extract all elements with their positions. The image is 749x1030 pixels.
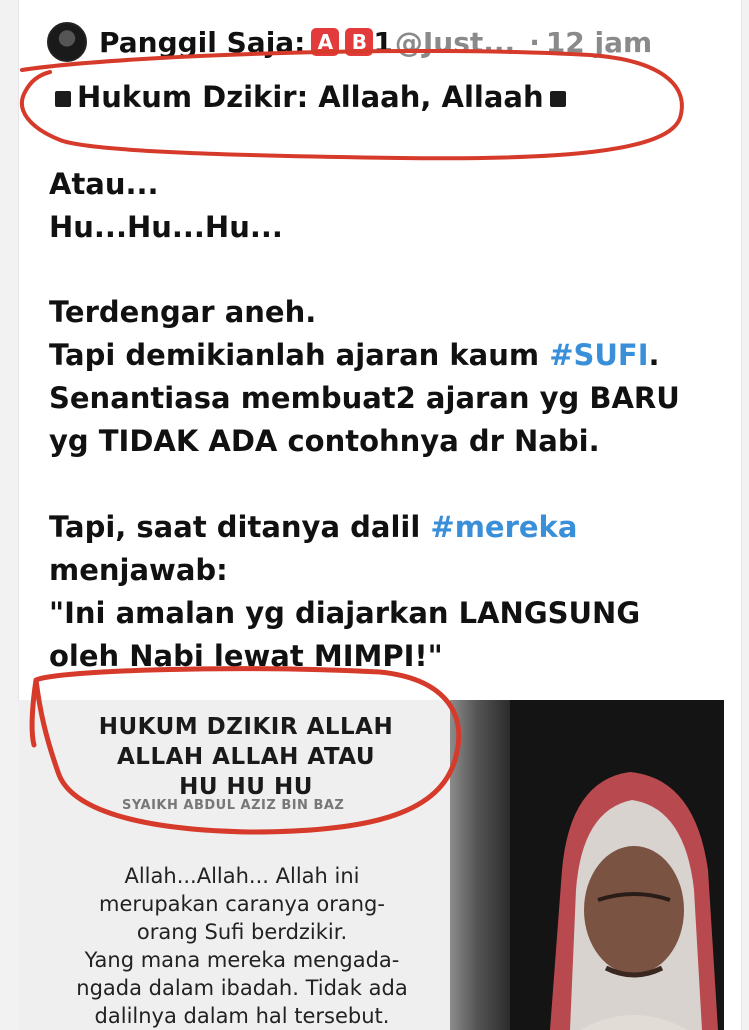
tweet-line: "Ini amalan yg diajarkan LANGSUNG	[49, 596, 641, 630]
media-title: HUKUM DZIKIR ALLAH ALLAH ALLAH ATAU HU H…	[66, 712, 426, 802]
tweet-line: Terdengar aneh.	[49, 295, 317, 329]
media-body-line: dalilnya dalam hal tersebut.	[94, 1004, 390, 1028]
media-body-line: orang Sufi berdzikir.	[136, 920, 348, 944]
portrait-graphic	[510, 700, 724, 1030]
tweet-line: oleh Nabi lewat MIMPI!"	[49, 639, 443, 673]
display-name-suffix: 1	[373, 25, 393, 59]
timestamp[interactable]: 12 jam	[546, 26, 652, 59]
media-body: Allah...Allah... Allah ini merupakan car…	[42, 862, 442, 1030]
tweet-line: Hu...Hu...Hu...	[49, 210, 283, 244]
media-body-line: merupakan caranya orang-	[99, 892, 385, 916]
tweet-line: yg TIDAK ADA contohnya dr Nabi.	[49, 424, 600, 458]
black-square-icon	[549, 91, 566, 107]
media-text-panel: HUKUM DZIKIR ALLAH ALLAH ALLAH ATAU HU H…	[18, 700, 450, 1030]
hashtag-mereka-link[interactable]: #mereka	[430, 510, 577, 544]
tweet-title: Hukum Dzikir: Allaah, Allaah	[77, 80, 544, 114]
black-square-icon	[55, 91, 71, 107]
media-body-line: Allah...Allah... Allah ini	[124, 864, 360, 888]
tweet-text-segment: .	[648, 338, 660, 372]
media-subtitle: SYAIKH ABDUL AZIZ BIN BAZ	[122, 798, 345, 813]
tweet-line: Senantiasa membuat2 ajaran yg BARU	[49, 381, 680, 415]
user-handle[interactable]: @Just...	[395, 26, 515, 59]
badge-a-icon: A	[311, 28, 340, 56]
tweet-text-segment: Tapi demikianlah ajaran kaum	[49, 338, 550, 372]
tweet-header: Panggil Saja: A B 1 @Just... · 12 jam	[47, 22, 741, 62]
tweet-media-image[interactable]: HUKUM DZIKIR ALLAH ALLAH ALLAH ATAU HU H…	[18, 700, 724, 1030]
media-title-line: HUKUM DZIKIR ALLAH	[98, 714, 394, 740]
badge-b-icon: B	[345, 28, 374, 56]
tweet-line: Tapi, saat ditanya dalil #mereka	[49, 506, 729, 549]
avatar[interactable]	[47, 22, 87, 62]
hashtag-sufi-link[interactable]: #SUFI	[549, 338, 648, 372]
tweet-line: menjawab:	[49, 553, 228, 587]
tweet-text-segment: Tapi, saat ditanya dalil	[49, 510, 431, 544]
media-title-line: ALLAH ALLAH ATAU	[116, 744, 376, 770]
tweet-title-line: Hukum Dzikir: Allaah, Allaah	[49, 76, 729, 119]
separator-dot: ·	[529, 25, 540, 59]
display-name[interactable]: Panggil Saja:	[99, 26, 305, 59]
media-body-line: ngada dalam ibadah. Tidak ada	[76, 976, 408, 1000]
tweet-line: Tapi demikianlah ajaran kaum #SUFI.	[49, 334, 729, 377]
media-divider-stripe	[450, 700, 510, 1030]
media-portrait-photo	[510, 700, 724, 1030]
media-body-line: Yang mana mereka mengada-	[84, 948, 400, 972]
tweet-line: Atau...	[49, 167, 159, 201]
